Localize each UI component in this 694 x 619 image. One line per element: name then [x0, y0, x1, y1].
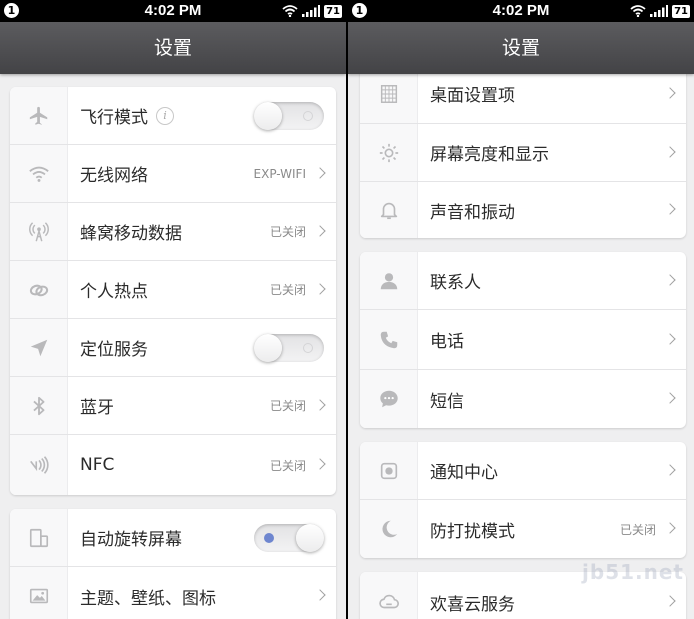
- row-value: 已关闭: [269, 458, 306, 473]
- chevron-right-icon: [314, 224, 326, 237]
- chevron-right-icon: [314, 589, 326, 601]
- status-icons: 71: [630, 3, 690, 19]
- location-toggle[interactable]: [254, 333, 324, 362]
- status-bar: 1 4:02 PM 71: [0, 0, 346, 22]
- settings-row-cellular-data[interactable]: 蜂窝移动数据 已关闭: [10, 203, 336, 261]
- row-value: EXP-WIFI: [253, 166, 306, 181]
- settings-row-auto-rotate[interactable]: 自动旋转屏幕: [10, 509, 336, 567]
- chevron-right-icon: [664, 332, 676, 345]
- row-label: 蓝牙: [80, 398, 114, 418]
- communication-group: 联系人 电话 短信: [360, 252, 686, 428]
- row-label: 短信: [430, 391, 464, 412]
- location-arrow-icon: [30, 339, 47, 356]
- bell-icon: [380, 202, 397, 220]
- row-value: 已关闭: [619, 522, 656, 537]
- display-group: 自动旋转屏幕 主题、壁纸、图标: [10, 509, 336, 619]
- cellular-tower-icon: [28, 221, 49, 241]
- row-label: 屏幕亮度和显示: [430, 145, 549, 165]
- row-label: 通知中心: [430, 463, 498, 483]
- row-label: 欢喜云服务: [430, 594, 515, 615]
- row-label: 蜂窝移动数据: [80, 224, 182, 244]
- airplane-mode-toggle[interactable]: [254, 101, 324, 130]
- chevron-right-icon: [664, 203, 676, 215]
- row-value: 已关闭: [269, 283, 306, 297]
- settings-screen-left: 1 4:02 PM 71 设置 飞行模式 i 无线网络 EXP-WIFI 蜂窝移动…: [0, 0, 346, 619]
- row-value: 已关闭: [269, 399, 306, 413]
- row-label: 声音和振动: [430, 202, 515, 223]
- page-title: 设置: [348, 22, 694, 74]
- auto-rotate-toggle[interactable]: [254, 523, 324, 552]
- chevron-right-icon: [314, 458, 326, 470]
- personalization-group: 桌面设置项 屏幕亮度和显示 声音和振动: [360, 60, 686, 238]
- notification-icon: [380, 462, 397, 479]
- rotate-screen-icon: [29, 528, 48, 547]
- chevron-right-icon: [314, 398, 326, 411]
- airplane-icon: [29, 106, 47, 125]
- settings-row-do-not-disturb[interactable]: 防打扰模式 已关闭: [360, 500, 686, 558]
- chevron-right-icon: [314, 282, 326, 295]
- row-label: 定位服务: [80, 340, 148, 360]
- person-icon: [380, 272, 397, 289]
- row-label: 无线网络: [80, 166, 148, 186]
- phone-icon: [380, 331, 397, 348]
- row-label: 个人热点: [80, 282, 148, 302]
- bluetooth-icon: [32, 396, 44, 415]
- row-label: 自动旋转屏幕: [80, 530, 182, 550]
- row-label: 主题、壁纸、图标: [80, 588, 216, 609]
- chevron-right-icon: [664, 145, 676, 158]
- signal-icon: [650, 5, 669, 17]
- chevron-right-icon: [314, 166, 326, 179]
- settings-row-notification-center[interactable]: 通知中心: [360, 442, 686, 500]
- settings-row-messages[interactable]: 短信: [360, 370, 686, 428]
- chevron-right-icon: [664, 392, 676, 404]
- page-title: 设置: [0, 22, 346, 74]
- settings-row-nfc[interactable]: NFC 已关闭: [10, 435, 336, 495]
- settings-row-airplane-mode[interactable]: 飞行模式 i: [10, 87, 336, 145]
- settings-row-location[interactable]: 定位服务: [10, 319, 336, 377]
- status-icons: 71: [282, 3, 342, 19]
- row-label: 飞行模式: [80, 108, 148, 128]
- row-value: 已关闭: [269, 225, 306, 239]
- signal-icon: [302, 5, 321, 17]
- wifi-status-icon: [630, 5, 646, 17]
- chevron-right-icon: [664, 463, 676, 476]
- row-label: NFC: [80, 455, 115, 475]
- settings-row-brightness[interactable]: 屏幕亮度和显示: [360, 124, 686, 182]
- notification-group: 通知中心 防打扰模式 已关闭: [360, 442, 686, 558]
- connectivity-group: 飞行模式 i 无线网络 EXP-WIFI 蜂窝移动数据 已关闭 个人热点 已关闭 …: [10, 87, 336, 495]
- chevron-right-icon: [664, 595, 676, 607]
- row-label: 防打扰模式: [430, 521, 515, 542]
- settings-row-themes[interactable]: 主题、壁纸、图标: [10, 567, 336, 619]
- wifi-status-icon: [282, 5, 298, 17]
- settings-row-phone[interactable]: 电话: [360, 310, 686, 370]
- settings-row-hotspot[interactable]: 个人热点 已关闭: [10, 261, 336, 319]
- message-icon: [379, 390, 398, 408]
- settings-row-sound[interactable]: 声音和振动: [360, 182, 686, 238]
- battery-icon: 71: [672, 4, 690, 18]
- hotspot-icon: [29, 284, 48, 296]
- row-label: 电话: [430, 332, 464, 352]
- settings-row-wifi[interactable]: 无线网络 EXP-WIFI: [10, 145, 336, 203]
- row-label: 联系人: [430, 273, 481, 293]
- brightness-icon: [379, 143, 398, 162]
- grid-icon: [380, 84, 397, 103]
- image-icon: [29, 588, 48, 604]
- watermark: jb51.net: [582, 560, 684, 584]
- chevron-right-icon: [664, 522, 676, 534]
- battery-icon: 71: [324, 4, 342, 18]
- status-bar: 1 4:02 PM 71: [348, 0, 694, 22]
- info-icon[interactable]: i: [156, 106, 174, 125]
- settings-row-bluetooth[interactable]: 蓝牙 已关闭: [10, 377, 336, 435]
- chevron-right-icon: [664, 86, 676, 99]
- settings-screen-right: 1 4:02 PM 71 设置 桌面设置项 屏幕亮度和显示 声音和振动 联系人: [348, 0, 694, 619]
- settings-row-contacts[interactable]: 联系人: [360, 252, 686, 310]
- cloud-icon: [378, 594, 399, 609]
- wifi-icon: [28, 166, 49, 182]
- chevron-right-icon: [664, 273, 676, 286]
- nfc-icon: [29, 456, 49, 474]
- moon-icon: [381, 520, 397, 538]
